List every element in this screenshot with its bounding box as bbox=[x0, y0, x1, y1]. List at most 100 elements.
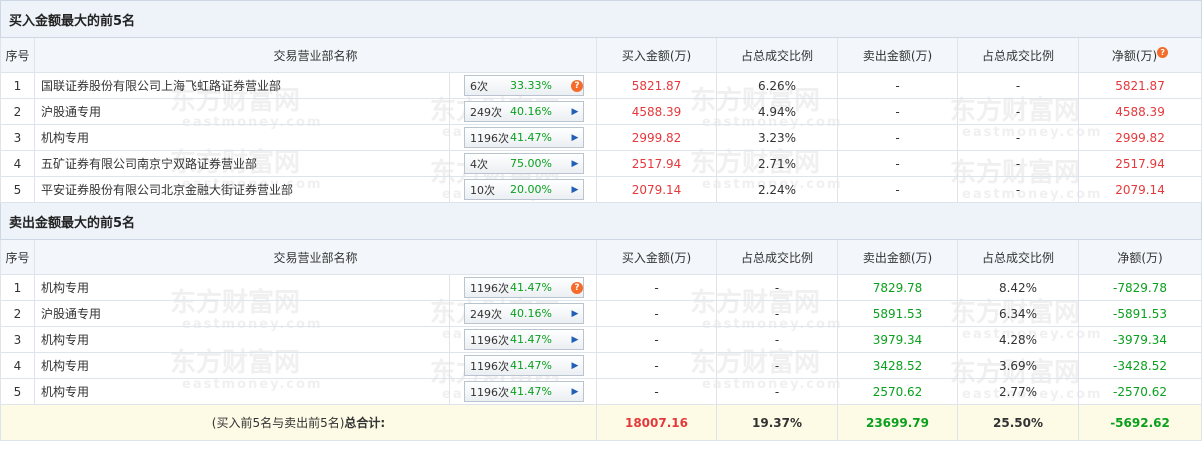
net-amount: -7829.78 bbox=[1077, 274, 1202, 301]
arrow-right-icon[interactable]: ▶ bbox=[567, 185, 583, 195]
buy-amount: 5821.87 bbox=[596, 72, 717, 99]
branch-name-link[interactable]: 五矿证券有限公司南京宁双路证券营业部 bbox=[34, 150, 450, 177]
arrow-right-icon[interactable]: ▶ bbox=[567, 309, 583, 319]
trade-count: 4次 bbox=[470, 157, 488, 171]
buy-amount: 4588.39 bbox=[596, 98, 717, 125]
buy-amount: 2079.14 bbox=[596, 176, 717, 203]
arrow-right-icon[interactable]: ▶ bbox=[567, 107, 583, 117]
table-row: 4 五矿证券有限公司南京宁双路证券营业部 4次 75.00% ▶ 2517.94… bbox=[0, 150, 1202, 177]
sell-ratio: - bbox=[957, 124, 1079, 151]
branch-stat-cell: 1196次 41.47% ▶ bbox=[449, 326, 597, 353]
sell-ratio: - bbox=[957, 98, 1079, 125]
question-icon[interactable]: ? bbox=[571, 79, 583, 92]
branch-name-link[interactable]: 机构专用 bbox=[34, 124, 450, 151]
sell-amount: 3428.52 bbox=[837, 352, 958, 379]
table-row: 3 机构专用 1196次 41.47% ▶ 2999.82 3.23% - - … bbox=[0, 124, 1202, 151]
branch-stat-cell: 1196次 41.47% ? bbox=[449, 274, 597, 301]
buy-amount: - bbox=[596, 378, 717, 405]
success-rate: 40.16% bbox=[510, 105, 552, 118]
table-row: 1 国联证券股份有限公司上海飞虹路证券营业部 6次 33.33% ? 5821.… bbox=[0, 72, 1202, 99]
branch-stat-cell: 1196次 41.47% ▶ bbox=[449, 378, 597, 405]
trade-count: 1196次 bbox=[470, 333, 509, 347]
branch-name-link[interactable]: 沪股通专用 bbox=[34, 98, 450, 125]
sell-amount: 3979.34 bbox=[837, 326, 958, 353]
header-idx: 序号 bbox=[0, 37, 35, 73]
branch-stat-cell: 249次 40.16% ▶ bbox=[449, 98, 597, 125]
trade-count: 1196次 bbox=[470, 359, 509, 373]
total-sell-amount: 23699.79 bbox=[837, 404, 958, 441]
buy-ratio: - bbox=[716, 274, 838, 301]
branch-stat-button[interactable]: 1196次 41.47% ▶ bbox=[464, 355, 584, 376]
table-row: 5 平安证券股份有限公司北京金融大街证券营业部 10次 20.00% ▶ 207… bbox=[0, 176, 1202, 203]
branch-stat-button[interactable]: 1196次 41.47% ▶ bbox=[464, 127, 584, 148]
sell-amount: - bbox=[837, 98, 958, 125]
success-rate: 41.47% bbox=[510, 359, 552, 372]
buy-ratio: - bbox=[716, 300, 838, 327]
buy-ratio: - bbox=[716, 378, 838, 405]
branch-name-link[interactable]: 机构专用 bbox=[34, 378, 450, 405]
row-idx: 4 bbox=[0, 352, 35, 379]
total-label-bold: 总合计: bbox=[344, 416, 386, 430]
sell-ratio: - bbox=[957, 72, 1079, 99]
trade-count: 6次 bbox=[470, 79, 488, 93]
arrow-right-icon[interactable]: ▶ bbox=[567, 387, 583, 397]
row-idx: 5 bbox=[0, 176, 35, 203]
header-net-label: 净额(万) bbox=[1111, 48, 1158, 63]
net-amount: -2570.62 bbox=[1077, 378, 1202, 405]
sell-amount: 2570.62 bbox=[837, 378, 958, 405]
branch-stat-button[interactable]: 249次 40.16% ▶ bbox=[464, 303, 584, 324]
dragon-tiger-table: 买入金额最大的前5名 序号 交易营业部名称 买入金额(万) 占总成交比例 卖出金… bbox=[0, 0, 1202, 441]
row-idx: 3 bbox=[0, 124, 35, 151]
sell-ratio: 6.34% bbox=[957, 300, 1079, 327]
header-buy-ratio: 占总成交比例 bbox=[716, 37, 838, 73]
sell-ratio: 2.77% bbox=[957, 378, 1079, 405]
sell-amount: - bbox=[837, 150, 958, 177]
branch-stat-button[interactable]: 10次 20.00% ▶ bbox=[464, 179, 584, 200]
trade-count: 1196次 bbox=[470, 131, 509, 145]
header-net: 净额(万) bbox=[1077, 239, 1202, 275]
branch-stat-cell: 4次 75.00% ▶ bbox=[449, 150, 597, 177]
header-net-label: 净额(万) bbox=[1117, 250, 1163, 265]
branch-stat-button[interactable]: 4次 75.00% ▶ bbox=[464, 153, 584, 174]
branch-stat-cell: 6次 33.33% ? bbox=[449, 72, 597, 99]
branch-stat-button[interactable]: 6次 33.33% ? bbox=[464, 75, 584, 96]
trade-count: 1196次 bbox=[470, 281, 509, 295]
branch-name-link[interactable]: 沪股通专用 bbox=[34, 300, 450, 327]
branch-name-link[interactable]: 机构专用 bbox=[34, 326, 450, 353]
success-rate: 75.00% bbox=[510, 157, 552, 170]
branch-stat-button[interactable]: 1196次 41.47% ▶ bbox=[464, 329, 584, 350]
arrow-right-icon[interactable]: ▶ bbox=[567, 133, 583, 143]
arrow-right-icon[interactable]: ▶ bbox=[567, 159, 583, 169]
sell-ratio: 3.69% bbox=[957, 352, 1079, 379]
header-buy-ratio: 占总成交比例 bbox=[716, 239, 838, 275]
buy-ratio: 4.94% bbox=[716, 98, 838, 125]
buy-ratio: 6.26% bbox=[716, 72, 838, 99]
question-icon[interactable]: ? bbox=[1157, 46, 1169, 58]
branch-name-link[interactable]: 平安证券股份有限公司北京金融大街证券营业部 bbox=[34, 176, 450, 203]
branch-name-link[interactable]: 国联证券股份有限公司上海飞虹路证券营业部 bbox=[34, 72, 450, 99]
total-buy-amount: 18007.16 bbox=[596, 404, 717, 441]
branch-name-link[interactable]: 机构专用 bbox=[34, 352, 450, 379]
branch-stat-button[interactable]: 1196次 41.47% ? bbox=[464, 277, 584, 298]
buy-amount: 2999.82 bbox=[596, 124, 717, 151]
question-icon[interactable]: ? bbox=[571, 281, 583, 294]
table-row: 5 机构专用 1196次 41.47% ▶ - - 2570.62 2.77% … bbox=[0, 378, 1202, 405]
net-amount: 5821.87 bbox=[1077, 72, 1202, 99]
arrow-right-icon[interactable]: ▶ bbox=[567, 335, 583, 345]
sell-ratio: 4.28% bbox=[957, 326, 1079, 353]
success-rate: 41.47% bbox=[510, 333, 552, 346]
branch-stat-button[interactable]: 249次 40.16% ▶ bbox=[464, 101, 584, 122]
header-sell-amount: 卖出金额(万) bbox=[837, 239, 958, 275]
sell-ratio: - bbox=[957, 150, 1079, 177]
sell-amount: - bbox=[837, 176, 958, 203]
sell-amount: - bbox=[837, 124, 958, 151]
header-sell-ratio: 占总成交比例 bbox=[957, 239, 1079, 275]
branch-name-link[interactable]: 机构专用 bbox=[34, 274, 450, 301]
sell-ratio: - bbox=[957, 176, 1079, 203]
branch-stat-cell: 1196次 41.47% ▶ bbox=[449, 352, 597, 379]
branch-stat-button[interactable]: 1196次 41.47% ▶ bbox=[464, 381, 584, 402]
row-idx: 2 bbox=[0, 98, 35, 125]
sell-ratio: 8.42% bbox=[957, 274, 1079, 301]
trade-count: 249次 bbox=[470, 307, 502, 321]
arrow-right-icon[interactable]: ▶ bbox=[567, 361, 583, 371]
